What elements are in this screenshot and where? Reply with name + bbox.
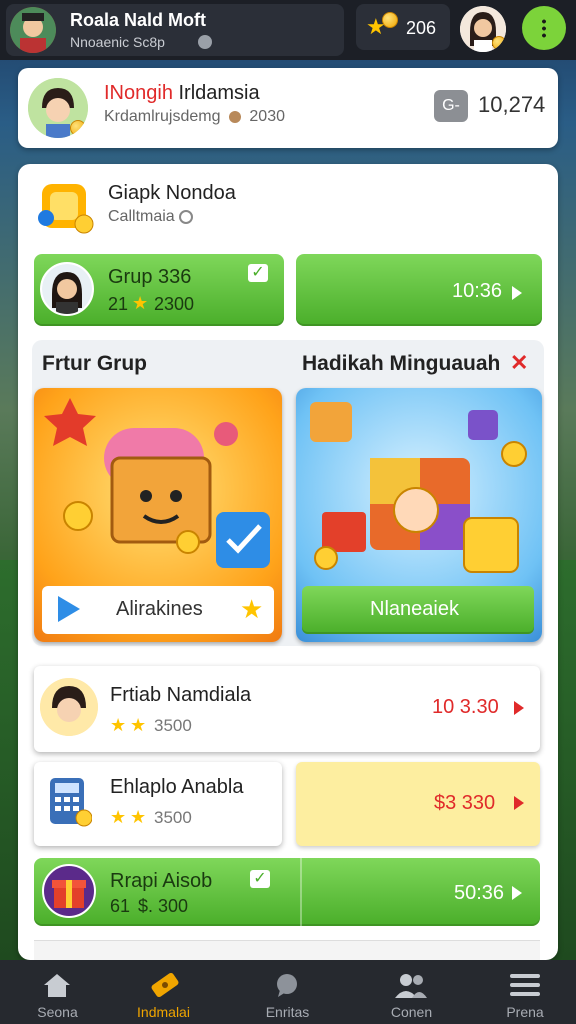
user-name: Roala Nald Moft <box>70 10 207 30</box>
coin-small-icon <box>228 110 241 123</box>
group-time-button[interactable]: 10:36 <box>296 254 542 326</box>
check-icon: ✓ <box>250 870 270 888</box>
list-item-score: 3500 <box>154 808 192 827</box>
group-time: 10:36 <box>452 280 503 302</box>
list-item-name: Frtiab Namdiala <box>110 684 252 706</box>
list-item[interactable]: Frtiab Namdiala ★ ★ 3500 10 3.30 <box>34 666 540 752</box>
list-item-name: Rrapi Aisob <box>110 870 213 892</box>
nav-home[interactable]: Seona <box>0 960 115 1024</box>
group-feature-label: Alirakines <box>116 598 203 620</box>
group-row[interactable]: Grup 336 ✓ 21 ★ 2300 <box>34 254 284 326</box>
treasure-chest-illustration <box>44 398 270 568</box>
more-options-button[interactable] <box>522 6 566 50</box>
star-icon: ★ <box>240 594 264 624</box>
info-icon <box>198 35 212 49</box>
friend-avatar[interactable] <box>460 6 506 52</box>
close-icon[interactable]: ✕ <box>510 350 528 376</box>
star-icon: ★ <box>110 715 127 735</box>
clock-icon <box>179 209 194 224</box>
list-item[interactable]: Rrapi Aisob ✓ 61 $. 300 50:36 <box>34 858 540 926</box>
list-item-score: $. 300 <box>138 896 189 916</box>
profile-points: 10,274 <box>478 92 546 117</box>
arrow-right-icon <box>512 286 522 300</box>
play-icon <box>58 596 80 622</box>
star-icon: ★ <box>132 293 149 313</box>
list-item[interactable]: Ehlaplo Anabla ★ ★ 3500 <box>34 762 282 846</box>
weekly-reward-button[interactable]: Nlaneaiek <box>302 586 534 634</box>
more-vertical-icon <box>542 18 546 38</box>
list-item-value-button[interactable]: $3 330 <box>296 762 540 846</box>
nav-active[interactable]: Indmalai <box>106 960 221 1024</box>
calculator-icon <box>46 776 93 828</box>
coin-balance[interactable]: ★ 206 <box>356 4 450 50</box>
gift-box-illustration <box>310 402 527 573</box>
coin-icon <box>382 12 398 28</box>
group-emblem <box>36 178 94 236</box>
list-item-name: Ehlaplo Anabla <box>110 776 244 798</box>
profile-title: INongih Irldamsia <box>104 82 260 104</box>
nav-label: Conen <box>390 1004 433 1020</box>
user-subtitle: Nnoaenic Sc8p <box>70 34 165 50</box>
profile-avatar <box>28 78 88 138</box>
profile-card[interactable]: INongih Irldamsia Krdamlrujsdemg 2030 G-… <box>18 68 558 148</box>
list-item-value: $3 330 <box>434 792 496 814</box>
arrow-right-icon <box>514 701 524 715</box>
rank-badge: G- <box>434 90 468 122</box>
features-right-title: Hadikah Minguauah <box>302 352 501 375</box>
list-item-value: 10 3.30 <box>432 696 499 718</box>
list-item-score: 3500 <box>154 716 192 735</box>
check-icon: ✓ <box>248 264 268 282</box>
group-feature-button[interactable]: Alirakines ★ <box>42 586 274 634</box>
nav-people[interactable]: Conen <box>354 960 469 1024</box>
list-divider <box>300 858 302 926</box>
nav-label: Seona <box>37 1004 78 1020</box>
gift-avatar <box>42 864 96 918</box>
weekly-reward-card[interactable]: Nlaneaiek <box>296 388 542 642</box>
menu-icon <box>510 974 540 996</box>
group-row-level: 21 <box>108 294 129 314</box>
nav-chat[interactable]: Enritas <box>230 960 345 1024</box>
ticket-icon <box>148 970 182 1000</box>
features-left-title: Frtur Grup <box>42 352 147 375</box>
list-item-level: 61 <box>110 896 131 916</box>
star-icon: ★ <box>110 807 127 827</box>
list-item-value: 50:36 <box>454 882 505 904</box>
list-item-partial <box>34 940 540 960</box>
group-row-score: 2300 <box>154 294 195 314</box>
coin-count: 206 <box>406 18 437 38</box>
star-icon: ★ <box>130 715 147 735</box>
weekly-reward-label: Nlaneaiek <box>370 598 459 620</box>
member-avatar <box>40 678 98 736</box>
chat-icon <box>274 972 300 998</box>
group-member-avatar <box>40 262 94 316</box>
group-subtitle: Calltmaia <box>108 208 194 226</box>
top-bar: Roala Nald Moft Nnoaenic Sc8p ★ 206 <box>0 0 576 60</box>
group-row-name: Grup 336 <box>108 266 192 288</box>
bottom-nav: Seona Indmalai Enritas Conen Prena <box>0 960 576 1024</box>
profile-subtitle: Krdamlrujsdemg 2030 <box>104 108 285 125</box>
star-icon: ★ <box>130 807 147 827</box>
user-avatar[interactable] <box>10 7 56 53</box>
arrow-right-icon <box>512 886 522 900</box>
nav-label: Enritas <box>265 1004 310 1020</box>
group-feature-card[interactable]: Alirakines ★ <box>34 388 282 642</box>
home-icon <box>42 972 72 998</box>
people-icon <box>394 972 428 998</box>
user-pill[interactable]: Roala Nald Moft Nnoaenic Sc8p <box>6 4 344 56</box>
nav-menu[interactable]: Prena <box>474 960 576 1024</box>
nav-label: Indmalai <box>137 1004 190 1020</box>
arrow-right-icon <box>514 796 524 810</box>
nav-label: Prena <box>506 1004 544 1020</box>
group-title: Giapk Nondoa <box>108 182 236 204</box>
